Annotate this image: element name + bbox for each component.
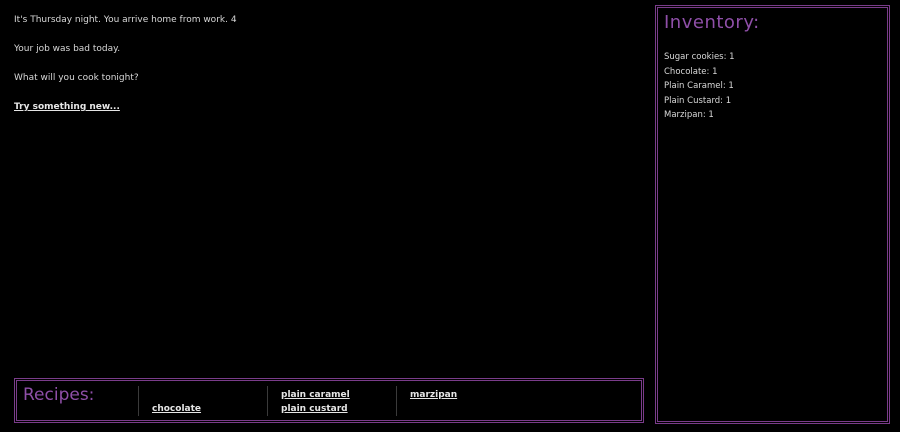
recipe-plain-caramel-link[interactable]: plain caramel: [281, 390, 350, 400]
recipe-column-3: marzipan: [396, 386, 524, 416]
recipe-chocolate-link[interactable]: chocolate: [152, 404, 201, 414]
inventory-item: Sugar cookies: 1: [664, 52, 735, 62]
inventory-item: Plain Caramel: 1: [664, 81, 734, 92]
inventory-title: Inventory:: [664, 12, 760, 33]
recipe-column-1: chocolate: [138, 386, 266, 416]
try-something-new-link[interactable]: Try something new...: [14, 102, 120, 112]
story-line-intro: It's Thursday night. You arrive home fro…: [14, 15, 237, 25]
inventory-item: Chocolate: 1: [664, 66, 718, 77]
inventory-item: Marzipan: 1: [664, 110, 714, 121]
recipe-plain-custard-link[interactable]: plain custard: [281, 404, 348, 414]
inventory-item: Plain Custard: 1: [664, 95, 732, 106]
story-line-job: Your job was bad today.: [14, 44, 121, 54]
inventory-panel: Inventory: Sugar cookies: 1 Chocolate: 1…: [655, 5, 890, 424]
recipes-panel: Recipes: chocolate plain caramel plain c…: [14, 378, 644, 423]
recipe-column-2: plain caramel plain custard: [267, 386, 395, 416]
game-screen: It's Thursday night. You arrive home fro…: [0, 0, 900, 432]
recipe-marzipan-link[interactable]: marzipan: [410, 390, 457, 400]
recipes-title: Recipes:: [23, 385, 95, 405]
story-panel: It's Thursday night. You arrive home fro…: [14, 14, 634, 130]
story-line-question: What will you cook tonight?: [14, 73, 139, 83]
inventory-list: Sugar cookies: 1 Chocolate: 1 Plain Cara…: [664, 50, 735, 123]
